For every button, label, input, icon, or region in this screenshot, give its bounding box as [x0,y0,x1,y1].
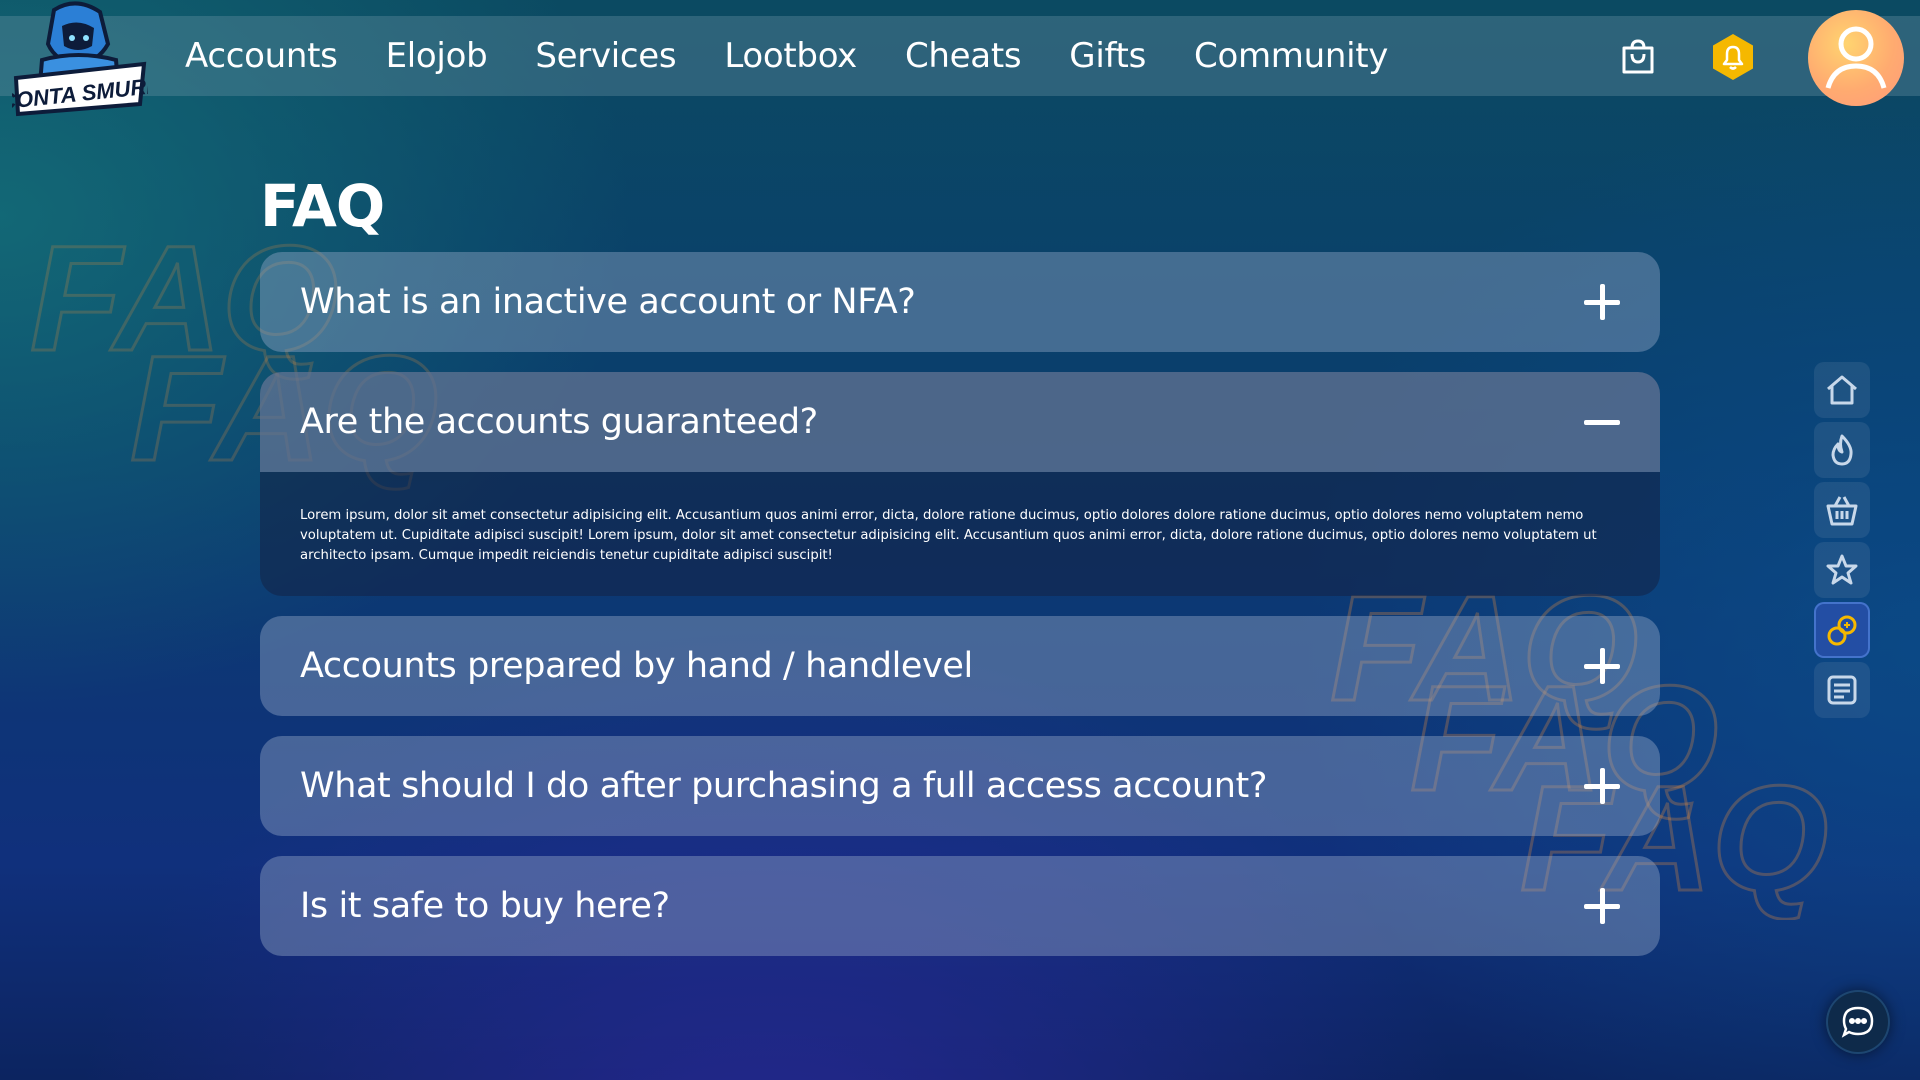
chat-icon [1841,1006,1874,1038]
faq-answer: Lorem ipsum, dolor sit amet consectetur … [300,508,1597,563]
sidebar-trending[interactable] [1814,422,1870,478]
chat-button[interactable] [1826,990,1890,1054]
faq-question-row[interactable]: What should I do after purchasing a full… [260,736,1660,836]
user-avatar[interactable] [1808,10,1904,106]
coins-icon [1827,615,1857,646]
nav-accounts[interactable]: Accounts [185,36,338,76]
faq-question: Is it safe to buy here? [300,886,670,926]
nav-elojob[interactable]: Elojob [386,36,488,76]
faq-question: Accounts prepared by hand / handlevel [300,646,973,686]
conta-smurf-logo[interactable]: CONTA SMURF [0,0,161,118]
home-icon [1827,375,1857,405]
faq-item[interactable]: Is it safe to buy here? [260,856,1660,956]
sidebar-basket[interactable] [1814,482,1870,538]
minus-icon[interactable] [1584,404,1620,440]
faq-question-row[interactable]: Is it safe to buy here? [260,856,1660,956]
faq-question-row[interactable]: Are the accounts guaranteed? [260,372,1660,472]
plus-icon[interactable] [1584,284,1620,320]
faq-item[interactable]: What is an inactive account or NFA? [260,252,1660,352]
faq-question-row[interactable]: Accounts prepared by hand / handlevel [260,616,1660,716]
nav-lootbox[interactable]: Lootbox [724,36,857,76]
sidebar-coins[interactable] [1814,602,1870,658]
basket-icon [1826,496,1858,526]
main-nav: Accounts Elojob Services Lootbox Cheats … [185,16,1436,96]
faq-question-row[interactable]: What is an inactive account or NFA? [260,252,1660,352]
faq-item[interactable]: Accounts prepared by hand / handlevel [260,616,1660,716]
fire-icon [1831,434,1853,466]
star-icon [1826,554,1858,585]
plus-icon[interactable] [1584,888,1620,924]
faq-item-expanded[interactable]: Are the accounts guaranteed? Lorem ipsum… [260,372,1660,596]
sidebar-home[interactable] [1814,362,1870,418]
nav-services[interactable]: Services [535,36,676,76]
notifications-button[interactable] [1708,32,1758,82]
sidebar-favorites[interactable] [1814,542,1870,598]
faq-question: What is an inactive account or NFA? [300,282,916,322]
nav-cheats[interactable]: Cheats [905,36,1022,76]
faq-question: What should I do after purchasing a full… [300,766,1267,806]
shopping-bag-icon[interactable] [1620,38,1656,76]
sidebar-news[interactable] [1814,662,1870,718]
faq-question: Are the accounts guaranteed? [300,402,818,442]
nav-gifts[interactable]: Gifts [1069,36,1146,76]
page-title: FAQ [260,172,385,240]
news-icon [1827,675,1857,705]
plus-icon[interactable] [1584,648,1620,684]
quick-access-sidebar [1814,362,1874,722]
nav-community[interactable]: Community [1194,36,1388,76]
plus-icon[interactable] [1584,768,1620,804]
faq-item[interactable]: What should I do after purchasing a full… [260,736,1660,836]
